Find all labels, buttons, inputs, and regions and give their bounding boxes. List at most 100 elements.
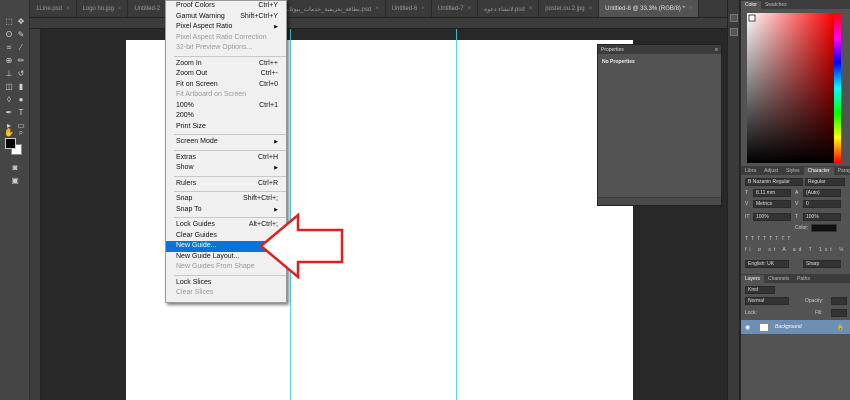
panel-menu-icon[interactable]: ≡ bbox=[715, 47, 721, 53]
document-tab-label: Untitled-2 bbox=[134, 6, 161, 12]
quick-select-tool-icon[interactable]: ✎ bbox=[15, 29, 27, 40]
tab-adjustments[interactable]: Adjust bbox=[760, 167, 782, 175]
menu-item-screen-mode[interactable]: Screen Mode ▶ bbox=[166, 137, 286, 148]
history-brush-tool-icon[interactable]: ↺ bbox=[15, 68, 27, 79]
menu-item-label: Lock Guides bbox=[176, 221, 215, 228]
menu-item-show[interactable]: Show ▶ bbox=[166, 163, 286, 174]
tab-layers[interactable]: Layers bbox=[741, 275, 765, 283]
kerning-icon: V bbox=[745, 201, 749, 207]
close-tab-icon[interactable]: × bbox=[375, 6, 379, 12]
menu-item-200[interactable]: 200% bbox=[166, 111, 286, 122]
menu-item-rulers[interactable]: Rulers Ctrl+R bbox=[166, 179, 286, 190]
opentype-buttons[interactable]: fi σ st A ad T 1st ½ bbox=[745, 247, 846, 253]
font-style-select[interactable]: Regular bbox=[805, 178, 845, 186]
font-family-select[interactable]: B Nazanin Regular bbox=[745, 178, 803, 186]
opacity-label: Opacity: bbox=[805, 298, 824, 304]
clone-stamp-tool-icon[interactable]: ⊥ bbox=[3, 68, 15, 79]
guide-line[interactable] bbox=[456, 29, 457, 400]
tab-styles[interactable]: Styles bbox=[782, 167, 804, 175]
menu-item-shortcut: Shift+Ctrl+; bbox=[242, 195, 278, 202]
eyedropper-tool-icon[interactable]: ⁄ bbox=[15, 42, 27, 53]
text-style-buttons[interactable]: TTTTTTTT bbox=[745, 236, 793, 242]
tab-swatches[interactable]: Swatches bbox=[761, 1, 791, 9]
layer-row-background[interactable]: ◉ Background 🔒 bbox=[741, 320, 850, 334]
menu-item-label: Show bbox=[176, 164, 194, 171]
gradient-tool-icon[interactable]: ▮ bbox=[15, 81, 27, 92]
document-tab[interactable]: Untitled-6 × bbox=[386, 0, 432, 17]
eraser-tool-icon[interactable]: ◫ bbox=[3, 81, 15, 92]
document-tab[interactable]: poster.ou.2.jpg × bbox=[539, 0, 600, 17]
document-tab[interactable]: 1Line.psd × bbox=[30, 0, 77, 17]
quick-mask-icon[interactable]: ◙ bbox=[9, 162, 21, 173]
close-tab-icon[interactable]: × bbox=[118, 6, 122, 12]
marquee-tool-icon[interactable]: ⬚ bbox=[3, 16, 15, 27]
tab-paths[interactable]: Paths bbox=[793, 275, 814, 283]
hand-tool-icon[interactable]: ✋ bbox=[3, 127, 15, 138]
foreground-color-swatch[interactable] bbox=[5, 138, 16, 149]
horizontal-ruler[interactable] bbox=[30, 18, 740, 29]
menu-item-shortcut: Ctrl+1 bbox=[259, 101, 278, 109]
menu-item-100[interactable]: 100% Ctrl+1 bbox=[166, 101, 286, 112]
menu-item-gamut-warning[interactable]: Gamut Warning Shift+Ctrl+Y bbox=[166, 12, 286, 23]
menu-item-zoom-out[interactable]: Zoom Out Ctrl+- bbox=[166, 69, 286, 80]
menu-item-snap[interactable]: Snap Shift+Ctrl+; bbox=[166, 194, 286, 205]
menu-item-zoom-in[interactable]: Zoom In Ctrl++ bbox=[166, 59, 286, 70]
close-tab-icon[interactable]: × bbox=[66, 6, 70, 12]
document-tab[interactable]: Untitled-7 × bbox=[432, 0, 479, 17]
close-tab-icon[interactable]: × bbox=[689, 6, 693, 12]
menu-item-proof-colors[interactable]: Proof Colors Ctrl+Y bbox=[166, 1, 286, 12]
close-tab-icon[interactable]: × bbox=[421, 6, 425, 12]
move-tool-icon[interactable]: ✥ bbox=[15, 16, 27, 27]
menu-item-label: 32-bit Preview Options... bbox=[176, 44, 253, 51]
crop-tool-icon[interactable]: ⌗ bbox=[3, 42, 15, 53]
menu-item-label: New Guides From Shape bbox=[176, 263, 255, 270]
document-tab[interactable]: Logo ho.jpg × bbox=[77, 0, 129, 17]
lasso-tool-icon[interactable]: ʘ bbox=[3, 29, 15, 40]
document-tab[interactable]: لانشاء دعوة.psd × bbox=[478, 0, 540, 17]
tab-paragraph[interactable]: Parag bbox=[834, 167, 850, 175]
hue-slider[interactable] bbox=[834, 13, 841, 163]
menu-item-extras[interactable]: Extras Ctrl+H bbox=[166, 153, 286, 164]
color-picker-field[interactable] bbox=[747, 13, 834, 163]
history-panel-icon[interactable] bbox=[730, 14, 738, 22]
opacity-field[interactable] bbox=[831, 297, 847, 305]
leading-field[interactable]: (Auto) bbox=[803, 189, 841, 197]
zoom-tool-icon[interactable]: ⌕ bbox=[15, 127, 27, 138]
kerning-field[interactable]: Metrics bbox=[753, 200, 791, 208]
menu-item-shortcut: Shift+Ctrl+Y bbox=[240, 12, 278, 20]
blur-tool-icon[interactable]: ◊ bbox=[3, 94, 15, 105]
close-tab-icon[interactable]: × bbox=[468, 6, 472, 12]
tab-channels[interactable]: Channels bbox=[764, 275, 793, 283]
pen-tool-icon[interactable]: ✒ bbox=[3, 107, 15, 118]
dodge-tool-icon[interactable]: ● bbox=[15, 94, 27, 105]
document-tab-label: Untitled-6 bbox=[391, 6, 418, 12]
menu-item-print-size[interactable]: Print Size bbox=[166, 122, 286, 133]
fill-field[interactable] bbox=[831, 309, 847, 317]
tracking-field[interactable]: 0 bbox=[803, 200, 841, 208]
tab-character[interactable]: Character bbox=[803, 167, 834, 175]
tab-libraries[interactable]: Libra bbox=[741, 167, 760, 175]
close-tab-icon[interactable]: × bbox=[589, 6, 593, 12]
vertical-scale-field[interactable]: 100% bbox=[753, 213, 791, 221]
antialias-select[interactable]: Sharp bbox=[803, 260, 841, 268]
menu-item-fit-on-screen[interactable]: Fit on Screen Ctrl+0 bbox=[166, 80, 286, 91]
close-tab-icon[interactable]: × bbox=[529, 6, 533, 12]
screen-mode-icon[interactable]: ▣ bbox=[9, 175, 21, 186]
horizontal-scale-field[interactable]: 100% bbox=[803, 213, 841, 221]
language-select[interactable]: English: UK bbox=[745, 260, 789, 268]
properties-panel-header[interactable]: Properties ≡ bbox=[598, 45, 721, 54]
healing-brush-tool-icon[interactable]: ⊕ bbox=[3, 55, 15, 66]
font-size-field[interactable]: 8.11 mm bbox=[753, 189, 791, 197]
menu-item-pixel-aspect-ratio[interactable]: Pixel Aspect Ratio ▶ bbox=[166, 22, 286, 33]
type-tool-icon[interactable]: T bbox=[15, 107, 27, 118]
blend-mode-select[interactable]: Normal bbox=[745, 297, 789, 305]
document-tab[interactable]: Untitled-8 @ 33.3% (RGB/8) * × bbox=[599, 0, 700, 17]
eye-icon[interactable]: ◉ bbox=[745, 324, 750, 331]
text-color-swatch[interactable] bbox=[811, 224, 837, 232]
layer-filter-select[interactable]: Kind bbox=[745, 286, 775, 294]
vertical-ruler[interactable] bbox=[30, 29, 41, 400]
brush-tool-icon[interactable]: ✏ bbox=[15, 55, 27, 66]
actions-panel-icon[interactable] bbox=[730, 28, 738, 36]
document-tab-label: Untitled-7 bbox=[437, 6, 464, 12]
tab-color[interactable]: Color bbox=[741, 1, 761, 9]
